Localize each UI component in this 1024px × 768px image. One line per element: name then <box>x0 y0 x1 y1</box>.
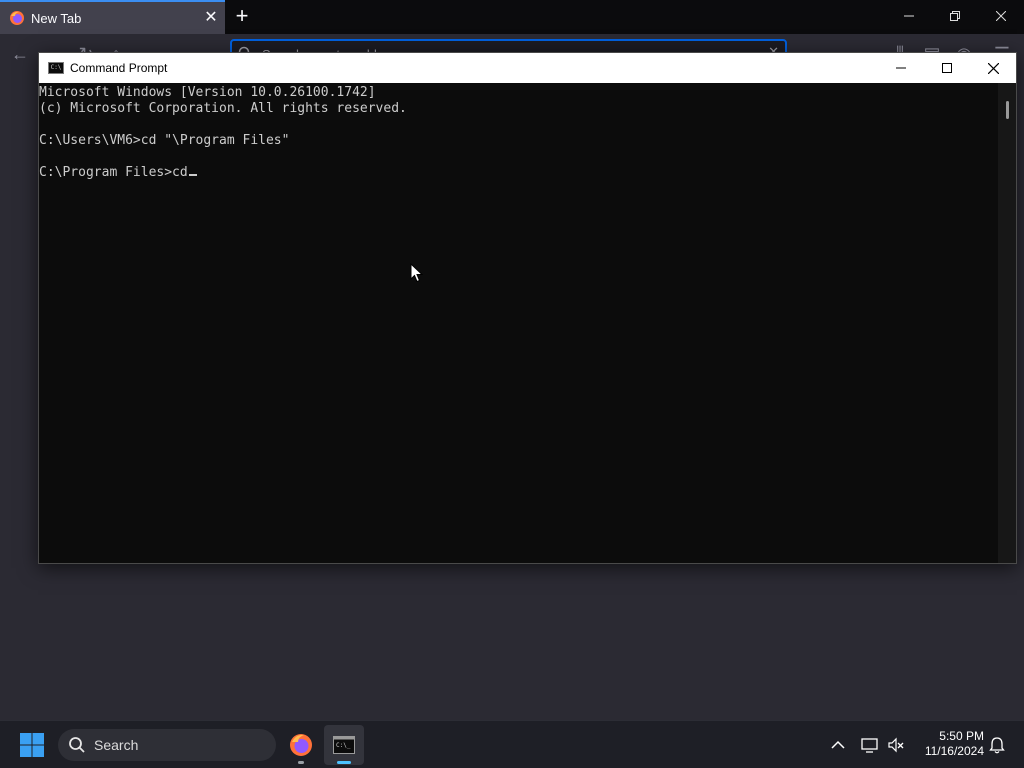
start-button[interactable] <box>12 727 52 763</box>
network-icon[interactable] <box>860 735 880 755</box>
console-output[interactable]: Microsoft Windows [Version 10.0.26100.17… <box>39 83 999 563</box>
svg-text:C:\_: C:\_ <box>336 742 351 749</box>
firefox-icon <box>290 734 312 756</box>
taskbar-command-prompt[interactable]: C:\_ <box>324 725 364 765</box>
taskbar: Search C:\_ 5:50 PM 11/16/2024 <box>0 720 1024 768</box>
clock-date: 11/16/2024 <box>924 744 984 758</box>
cmd-maximize-icon[interactable] <box>924 53 970 83</box>
console-current-input: C:\Program Files>cd <box>39 165 188 180</box>
console-line: C:\Users\VM6>cd "\Program Files" <box>39 133 290 148</box>
cmd-minimize-icon[interactable] <box>878 53 924 83</box>
tab-new-tab[interactable]: New Tab ✕ <box>0 0 225 34</box>
console-prompt-line[interactable]: C:\Program Files>cd <box>39 165 999 181</box>
console-line: (c) Microsoft Corporation. All rights re… <box>39 101 407 116</box>
mouse-pointer-icon <box>410 263 424 283</box>
cmd-icon-label: C:\ <box>50 64 62 71</box>
new-tab-button[interactable]: + <box>228 3 256 31</box>
app-active-indicator <box>337 761 351 764</box>
taskbar-clock[interactable]: 5:50 PM 11/16/2024 <box>912 729 984 759</box>
close-window-icon[interactable] <box>978 0 1024 32</box>
restore-icon[interactable] <box>932 0 978 32</box>
cmd-close-icon[interactable] <box>970 53 1016 83</box>
close-tab-icon[interactable]: ✕ <box>197 10 225 26</box>
volume-muted-icon[interactable] <box>886 735 906 755</box>
tab-bar: New Tab ✕ + <box>0 0 1024 34</box>
scrollbar-thumb[interactable] <box>1006 101 1009 119</box>
command-prompt-window[interactable]: C:\ Command Prompt Microsoft Windows [Ve… <box>38 52 1017 564</box>
minimize-icon[interactable] <box>886 0 932 32</box>
text-cursor <box>188 174 197 176</box>
cmd-title-bar[interactable]: C:\ Command Prompt <box>39 53 1016 83</box>
back-arrow-icon[interactable]: ← <box>8 42 32 66</box>
tab-title: New Tab <box>31 10 82 26</box>
notification-bell-icon[interactable] <box>987 735 1007 755</box>
taskbar-search[interactable]: Search <box>58 729 276 761</box>
clock-time: 5:50 PM <box>939 729 984 743</box>
search-label: Search <box>94 737 139 753</box>
firefox-tab-icon <box>10 11 24 25</box>
windows-logo-icon <box>20 733 44 757</box>
chevron-up-icon[interactable] <box>828 735 848 755</box>
console-line: Microsoft Windows [Version 10.0.26100.17… <box>39 85 376 100</box>
taskbar-firefox[interactable] <box>281 725 321 765</box>
search-icon <box>69 737 85 753</box>
cmd-window-title: Command Prompt <box>70 61 168 75</box>
cmd-scrollbar[interactable] <box>998 83 1016 563</box>
terminal-icon: C:\_ <box>333 736 355 754</box>
app-running-indicator <box>298 761 304 764</box>
cmd-app-icon: C:\ <box>48 62 64 74</box>
